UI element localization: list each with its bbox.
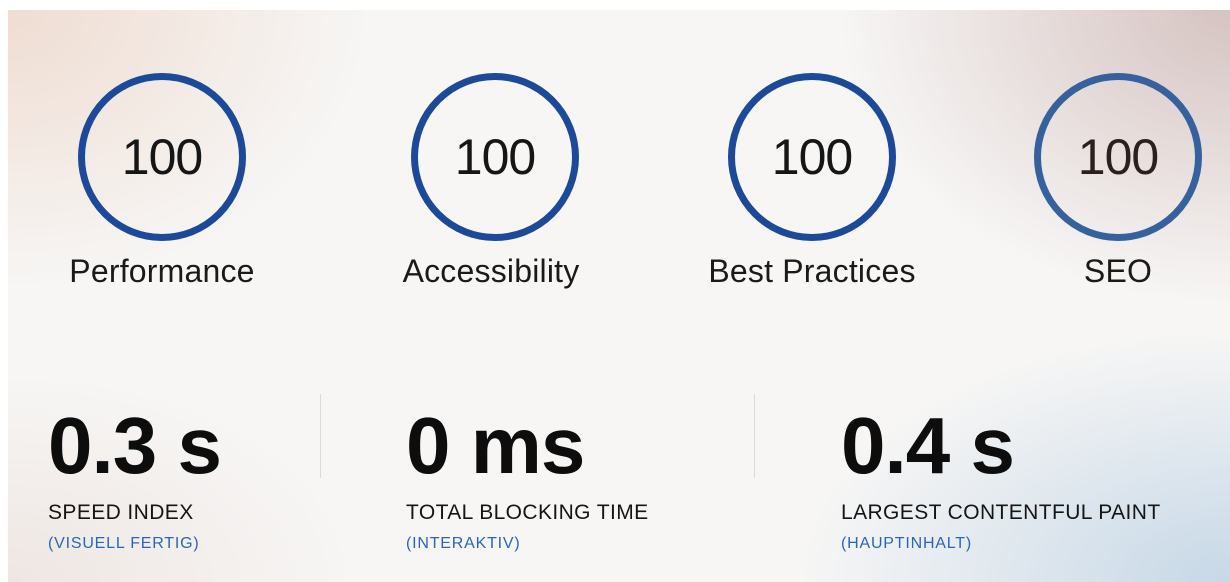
accessibility-score-gauge: 100 (411, 73, 579, 241)
total-blocking-time-value: 0 ms (406, 401, 585, 490)
metric-divider (320, 394, 321, 478)
largest-contentful-paint-subtitle: (HAUPTINHALT) (841, 535, 972, 552)
total-blocking-time-subtitle: (INTERAKTIV) (406, 535, 521, 552)
performance-score-gauge: 100 (78, 73, 246, 241)
speed-index-title: SPEED INDEX (48, 501, 194, 524)
accessibility-score-value: 100 (454, 129, 536, 185)
metric-divider (754, 394, 755, 478)
performance-score-value: 100 (121, 129, 203, 185)
best-practices-score-value: 100 (771, 129, 853, 185)
speed-index-subtitle: (VISUELL FERTIG) (48, 535, 200, 552)
speed-index-value: 0.3 s (48, 401, 222, 490)
performance-label: Performance (69, 253, 255, 289)
seo-score-value: 100 (1077, 129, 1159, 185)
best-practices-label: Best Practices (708, 253, 916, 289)
largest-contentful-paint-title: LARGEST CONTENTFUL PAINT (841, 501, 1161, 524)
accessibility-label: Accessibility (402, 253, 580, 289)
lighthouse-score-card: 100 Performance 100 Accessibility 100 Be… (8, 10, 1230, 582)
seo-label: SEO (1083, 253, 1153, 289)
best-practices-score-gauge: 100 (728, 73, 896, 241)
largest-contentful-paint-value: 0.4 s (841, 401, 1015, 490)
total-blocking-time-title: TOTAL BLOCKING TIME (406, 501, 649, 524)
seo-score-gauge: 100 (1034, 73, 1202, 241)
